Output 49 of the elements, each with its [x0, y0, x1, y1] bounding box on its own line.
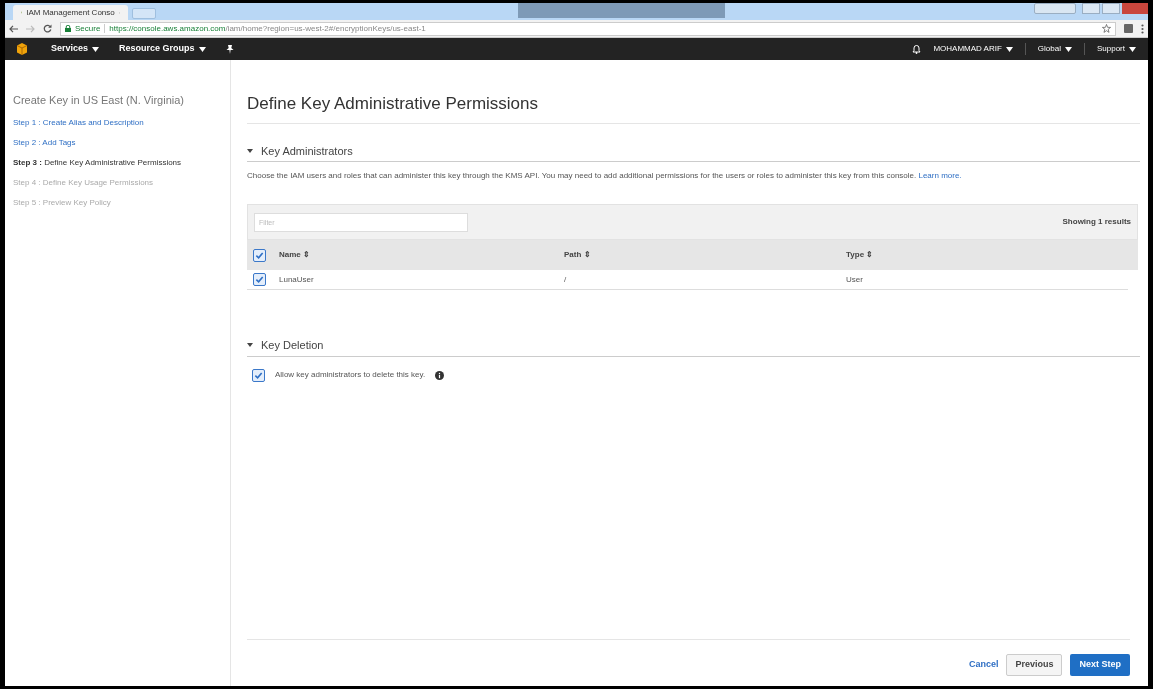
nav-menu[interactable]: Support	[1096, 43, 1136, 55]
collapse-caret-icon[interactable]	[247, 148, 253, 153]
caret-icon	[92, 46, 100, 52]
nav-menu[interactable]: MOHAMMAD ARIF	[933, 43, 1013, 55]
secure-label: Secure	[75, 22, 101, 35]
cube-icon[interactable]	[17, 43, 27, 55]
description-text: Choose the IAM users and roles that can administer this key through the KMS API. You may need to add additional permissions for the users or roles to administer this key from this console. Learn more.	[247, 170, 963, 182]
address-bar[interactable]: Secure https://console.aws.amazon.com/iam/home?region=us-west-2#/encryptionKeys/us-east-1	[60, 21, 1116, 36]
browser-tab[interactable]: IAM Management Conso	[13, 5, 128, 20]
nav-menu[interactable]: Resource Groups	[119, 42, 206, 56]
column-header[interactable]: Type ⇕	[838, 249, 1138, 261]
caret-icon	[1064, 46, 1072, 52]
checkbox[interactable]	[252, 368, 265, 382]
lock-icon	[65, 25, 71, 32]
caret-icon	[198, 46, 206, 52]
previous-button[interactable]: Previous	[1006, 654, 1063, 676]
url-text: https://console.aws.amazon.com/iam/home?region=us-west-2#/encryptionKeys/us-east-1	[109, 22, 426, 35]
bell-icon[interactable]	[912, 44, 922, 54]
table-cell-text: /	[563, 273, 568, 286]
reload-icon[interactable]	[43, 24, 52, 33]
wizard-step[interactable]: Step 2 : Add Tags	[13, 136, 230, 149]
back-icon[interactable]	[9, 24, 18, 33]
table-cell-text: User	[845, 273, 864, 286]
nav-menu[interactable]: Services	[51, 42, 100, 56]
menu-icon[interactable]	[1141, 23, 1144, 34]
page-title: Define Key Administrative Permissions	[247, 91, 1140, 124]
cancel-link[interactable]: Cancel	[968, 658, 999, 672]
sidebar-title: Create Key in US East (N. Virginia)	[13, 93, 185, 108]
caret-icon	[1005, 46, 1013, 52]
star-icon[interactable]	[1102, 24, 1111, 33]
caret-icon	[1129, 46, 1136, 52]
checkbox-label: Allow key administrators to delete this key.	[275, 369, 426, 381]
next-step-button[interactable]: Next Step	[1070, 654, 1130, 676]
section-title: Key Deletion	[261, 338, 324, 353]
column-header[interactable]: Name ⇕	[271, 249, 556, 261]
wizard-step[interactable]: Step 3 : Define Key Administrative Permissions	[13, 156, 230, 169]
results-count: Showing 1 results	[1062, 216, 1131, 228]
info-icon[interactable]	[435, 370, 445, 380]
section-title: Key Administrators	[261, 143, 353, 159]
checkbox[interactable]	[252, 248, 266, 262]
wizard-step[interactable]: Step 1 : Create Alias and Description	[13, 116, 230, 129]
pin-icon[interactable]	[225, 44, 234, 54]
learn-more-link[interactable]: Learn more.	[918, 171, 962, 180]
nav-menu[interactable]: Global	[1037, 43, 1072, 55]
collapse-caret-icon[interactable]	[247, 343, 253, 348]
table-cell-text: LunaUser	[278, 273, 315, 286]
column-header[interactable]: Path ⇕	[556, 249, 838, 261]
tab-title: IAM Management Conso	[26, 6, 115, 19]
checkbox[interactable]	[252, 273, 266, 286]
